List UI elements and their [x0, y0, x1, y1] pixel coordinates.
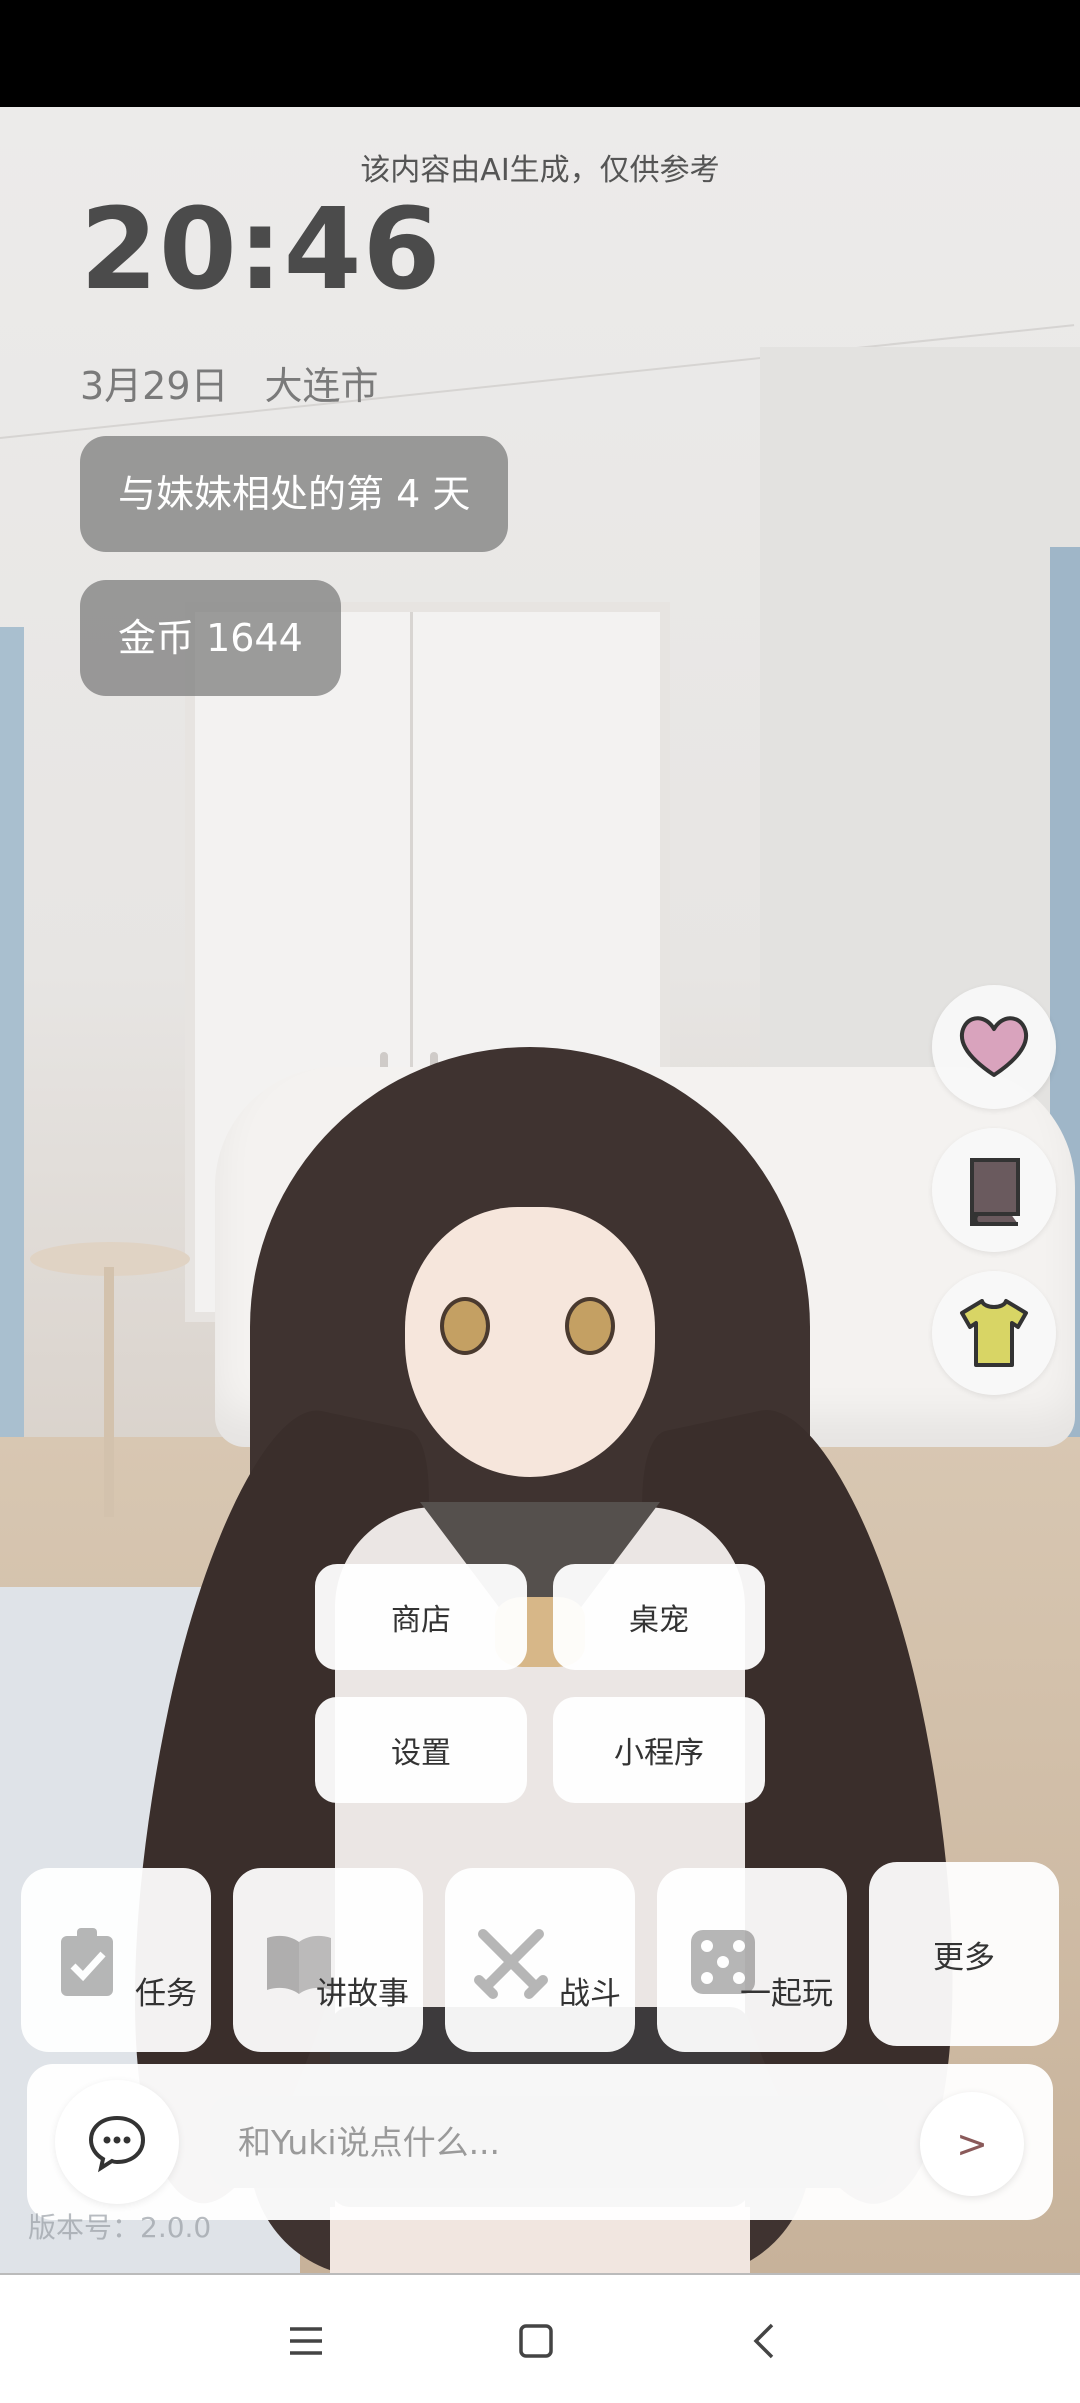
days-together-badge: 与妹妹相处的第 4 天 [80, 436, 509, 552]
navigation-bar [0, 2273, 1080, 2403]
status-bar [0, 0, 1080, 107]
tasks-label: 任务 [135, 1976, 197, 2012]
shop-button[interactable]: 商店 [315, 1564, 527, 1670]
play-label: 一起玩 [740, 1976, 833, 2012]
more-button[interactable]: 更多 [869, 1862, 1059, 2046]
more-label: 更多 [933, 1940, 995, 1976]
menu-nav-button[interactable] [276, 2311, 336, 2371]
date-text: 3月29日 [80, 364, 229, 408]
favor-button[interactable] [932, 985, 1056, 1109]
chevron-left-icon [753, 2323, 774, 2359]
date-location: 3月29日 大连市 [80, 355, 415, 410]
left-curtain [0, 627, 24, 1527]
chat-bubble-icon [88, 2115, 146, 2173]
crossed-swords-icon [474, 1929, 548, 1999]
version-text: 版本号：2.0.0 [28, 2211, 212, 2244]
heart-icon [959, 1016, 1029, 1077]
character-face [405, 1207, 655, 1477]
tasks-button[interactable]: 任务 [21, 1868, 211, 2052]
story-label: 讲故事 [316, 1976, 409, 2012]
ai-notice: 该内容由AI生成，仅供参考 [360, 153, 720, 188]
settings-button[interactable]: 设置 [315, 1697, 527, 1803]
character-eye [565, 1297, 615, 1355]
mini-program-button[interactable]: 小程序 [553, 1697, 765, 1803]
battle-button[interactable]: 战斗 [445, 1868, 635, 2052]
character-eye [440, 1297, 490, 1355]
play-together-button[interactable]: 一起玩 [657, 1868, 847, 2052]
side-table-leg [104, 1267, 114, 1517]
back-nav-button[interactable] [736, 2311, 796, 2371]
wardrobe-button[interactable] [932, 1271, 1056, 1395]
square-icon [519, 2324, 553, 2358]
battle-label: 战斗 [559, 1976, 621, 2012]
desktop-pet-button[interactable]: 桌宠 [553, 1564, 765, 1670]
chat-input[interactable] [210, 2096, 890, 2188]
home-nav-button[interactable] [506, 2311, 566, 2371]
diary-button[interactable] [932, 1128, 1056, 1252]
book-icon [970, 1158, 1020, 1226]
clipboard-icon [61, 1928, 113, 1996]
send-button[interactable]: > [920, 2092, 1024, 2196]
city-text: 大连市 [264, 364, 379, 408]
chat-history-button[interactable] [55, 2080, 179, 2204]
shirt-icon [960, 1299, 1028, 1367]
coins-badge: 金币 1644 [80, 580, 341, 696]
story-button[interactable]: 讲故事 [233, 1868, 423, 2052]
clock: 20:46 [80, 185, 442, 315]
hamburger-icon [290, 2327, 322, 2355]
